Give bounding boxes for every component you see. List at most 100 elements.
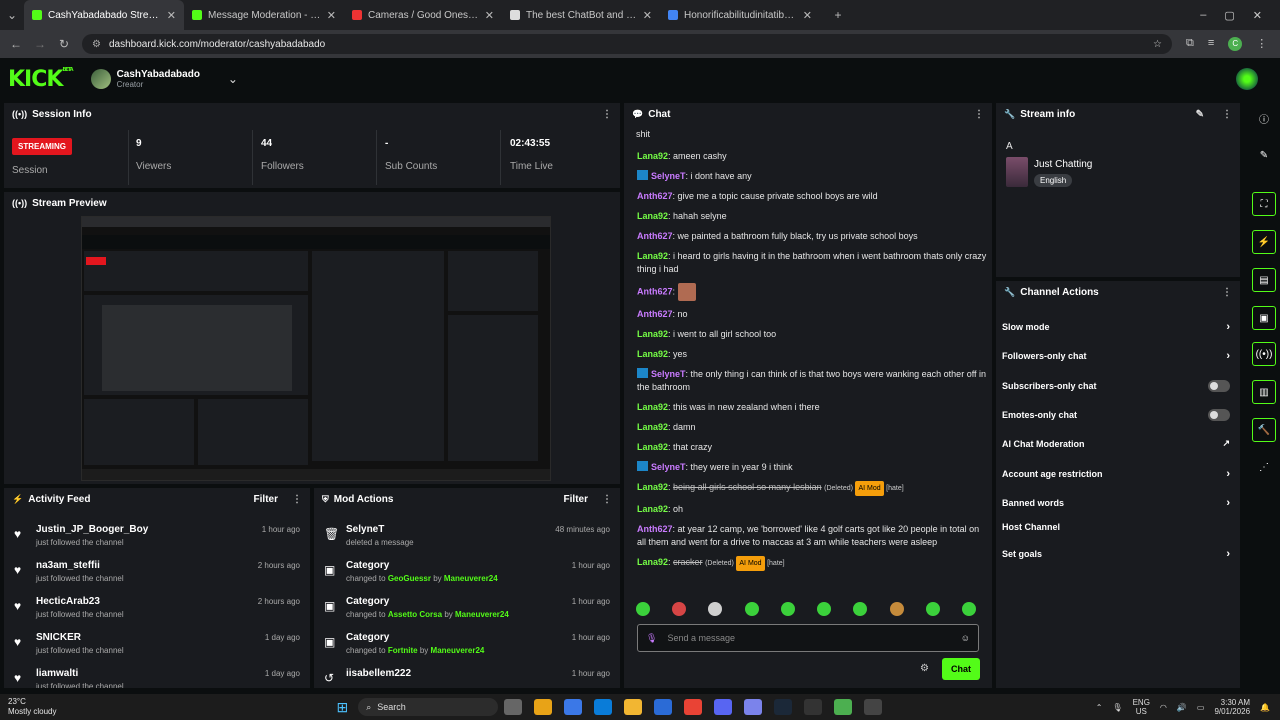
chat-message[interactable]: Anth627: we painted a bathroom fully bla… bbox=[637, 230, 987, 243]
windows-start-icon[interactable]: ⊞ bbox=[336, 699, 348, 716]
chevron-right-icon[interactable]: › bbox=[1226, 548, 1230, 560]
chat-input[interactable]: 🎙 Send a message ☺ bbox=[637, 624, 979, 652]
channel-action-item[interactable]: Banned words › bbox=[1002, 497, 1230, 509]
minimize-icon[interactable]: – bbox=[1200, 9, 1206, 22]
forward-icon[interactable]: → bbox=[28, 37, 52, 51]
close-window-icon[interactable]: ✕ bbox=[1253, 9, 1262, 22]
channel-action-item[interactable]: Slow mode › bbox=[1002, 321, 1230, 333]
steam-icon[interactable] bbox=[774, 699, 793, 715]
task-view-icon[interactable] bbox=[504, 699, 523, 715]
user-avatar[interactable] bbox=[1236, 68, 1258, 90]
activity-item[interactable]: ♥ SNICKER just followed the channel 1 day a… bbox=[4, 626, 310, 662]
obs-icon[interactable] bbox=[864, 699, 883, 715]
chat-username[interactable]: SelyneT bbox=[651, 171, 686, 181]
channel-action-item[interactable]: Host Channel bbox=[1002, 522, 1230, 532]
chat-username[interactable]: Lana92 bbox=[637, 504, 668, 514]
emote-button[interactable] bbox=[672, 602, 687, 616]
chat-settings-gear-icon[interactable]: ⚙ bbox=[920, 663, 929, 674]
edit-icon[interactable]: ✎ bbox=[1252, 143, 1276, 167]
chat-username[interactable]: Lana92 bbox=[637, 349, 668, 359]
activity-item[interactable]: ♥ HecticArab23 just followed the channel 2 … bbox=[4, 590, 310, 626]
maximize-icon[interactable]: ▢ bbox=[1224, 9, 1234, 22]
external-link-icon[interactable]: ↗ bbox=[1222, 438, 1230, 449]
browser-tab[interactable]: Message Moderation - Kick Da ✕ bbox=[184, 0, 344, 30]
mod-action-item[interactable]: ↺ iisabellem222 1 hour ago bbox=[314, 662, 620, 688]
tab-close-icon[interactable]: ✕ bbox=[803, 9, 812, 22]
channel-action-item[interactable]: Followers-only chat › bbox=[1002, 350, 1230, 362]
tab-close-icon[interactable]: ✕ bbox=[327, 9, 336, 22]
mod-action-item[interactable]: 🗑 SelyneT deleted a message 48 minutes ago bbox=[314, 518, 620, 554]
reload-icon[interactable]: ↻ bbox=[52, 37, 76, 51]
browser-tab[interactable]: CashYabadabado Stream - Kick ✕ bbox=[24, 0, 184, 30]
chat-message[interactable]: Anth627: at year 12 camp, we 'borrowed' … bbox=[637, 523, 987, 549]
media-icon[interactable]: ≡ bbox=[1208, 37, 1214, 51]
clock[interactable]: 3:30 AM 9/01/2026 bbox=[1214, 698, 1250, 716]
new-tab-button[interactable]: + bbox=[826, 8, 850, 22]
chevron-right-icon[interactable]: › bbox=[1226, 350, 1230, 362]
chat-username[interactable]: Lana92 bbox=[637, 329, 668, 339]
tab-close-icon[interactable]: ✕ bbox=[643, 9, 652, 22]
microphone-icon[interactable]: 🎙 bbox=[646, 633, 657, 644]
mail-icon[interactable] bbox=[654, 699, 673, 715]
chat-message[interactable]: Lana92: that crazy bbox=[637, 441, 987, 454]
volume-icon[interactable]: 🔊 bbox=[1177, 703, 1187, 712]
chat-username[interactable]: Lana92 bbox=[637, 422, 668, 432]
mod-action-item[interactable]: ▣ Category changed to GeoGuessr by Maneuve… bbox=[314, 554, 620, 590]
channel-action-item[interactable]: Subscribers-only chat bbox=[1002, 380, 1230, 392]
tab-close-icon[interactable]: ✕ bbox=[485, 9, 494, 22]
chat-message[interactable]: Lana92: cracker (Deleted) AI Mod [hate] bbox=[637, 556, 987, 571]
chat-message[interactable]: Lana92: being all girls school so many l… bbox=[637, 481, 987, 496]
wifi-icon[interactable]: ◠ bbox=[1160, 703, 1167, 712]
emote-button[interactable] bbox=[708, 602, 723, 616]
tray-chevron-icon[interactable]: ⌃ bbox=[1096, 703, 1103, 712]
profile-icon[interactable]: C bbox=[1228, 37, 1243, 51]
chat-message[interactable]: SelyneT: the only thing i can think of i… bbox=[637, 368, 987, 394]
document-icon[interactable]: ▤ bbox=[1252, 268, 1276, 292]
teams-icon[interactable] bbox=[744, 699, 763, 715]
chat-message[interactable]: Lana92: ameen cashy bbox=[637, 150, 987, 163]
browser-tab[interactable]: The best ChatBot and Widgets ✕ bbox=[502, 0, 660, 30]
emoji-icon[interactable]: ☺ bbox=[961, 633, 970, 643]
chevron-right-icon[interactable]: › bbox=[1226, 468, 1230, 480]
chat-message[interactable]: SelyneT: i dont have any bbox=[637, 170, 987, 183]
extensions-icon[interactable]: ⧉ bbox=[1186, 37, 1194, 51]
info-icon[interactable]: ⓘ bbox=[1252, 106, 1276, 130]
discord-icon[interactable] bbox=[714, 699, 733, 715]
mod-menu-icon[interactable]: ⋮ bbox=[602, 494, 612, 505]
chat-message[interactable]: Lana92: this was in new zealand when i t… bbox=[637, 401, 987, 414]
activity-item[interactable]: ♥ na3am_steffii just followed the channel 2… bbox=[4, 554, 310, 590]
activity-item[interactable]: ♥ liamwalti just followed the channel 1 day… bbox=[4, 662, 310, 688]
mod-action-item[interactable]: ▣ Category changed to Assetto Corsa by Man… bbox=[314, 590, 620, 626]
chat-menu-icon[interactable]: ⋮ bbox=[974, 109, 984, 120]
chat-username[interactable]: SelyneT bbox=[651, 462, 686, 472]
chat-username[interactable]: Lana92 bbox=[637, 442, 668, 452]
chat-username[interactable]: Lana92 bbox=[637, 402, 668, 412]
chat-username[interactable]: Anth627 bbox=[637, 191, 673, 201]
channel-switcher[interactable]: CashYabadabado Creator bbox=[117, 69, 200, 89]
emote-button[interactable] bbox=[636, 602, 650, 616]
language-indicator[interactable]: ENG US bbox=[1133, 698, 1150, 716]
chat-username[interactable]: Anth627 bbox=[637, 309, 673, 319]
emote-button[interactable] bbox=[961, 602, 976, 616]
chat-username[interactable]: Anth627 bbox=[637, 286, 673, 296]
chat-message[interactable]: Anth627: no bbox=[637, 308, 987, 321]
file-explorer-icon[interactable] bbox=[534, 699, 553, 715]
activity-filter-button[interactable]: Filter bbox=[254, 494, 278, 505]
chevron-right-icon[interactable]: › bbox=[1226, 497, 1230, 509]
lightning-icon[interactable]: ⚡ bbox=[1252, 230, 1276, 254]
url-input[interactable]: ⚙ dashboard.kick.com/moderator/cashyabad… bbox=[82, 34, 1172, 54]
chrome-icon[interactable] bbox=[684, 699, 703, 715]
emote-button[interactable] bbox=[853, 602, 868, 616]
activity-item[interactable]: ♥ Justin_JP_Booger_Boy just followed the c… bbox=[4, 518, 310, 554]
chat-username[interactable]: Anth627 bbox=[637, 524, 673, 534]
toggle-switch[interactable] bbox=[1208, 409, 1230, 421]
weather-widget[interactable]: 23°C Mostly cloudy bbox=[8, 697, 56, 717]
chat-message[interactable]: Anth627: bbox=[637, 283, 987, 301]
chat-message[interactable]: Lana92: hahah selyne bbox=[637, 210, 987, 223]
fullscreen-icon[interactable]: ⛶ bbox=[1252, 192, 1276, 216]
chat-message[interactable]: Anth627: give me a topic cause private s… bbox=[637, 190, 987, 203]
taskbar-search[interactable]: ⌕ Search bbox=[358, 698, 499, 716]
chat-message[interactable]: Lana92: i went to all girl school too bbox=[637, 328, 987, 341]
battery-icon[interactable]: ▭ bbox=[1197, 703, 1205, 712]
browser-tab[interactable]: Honorificabilitudinitatibus - Go ✕ bbox=[660, 0, 820, 30]
